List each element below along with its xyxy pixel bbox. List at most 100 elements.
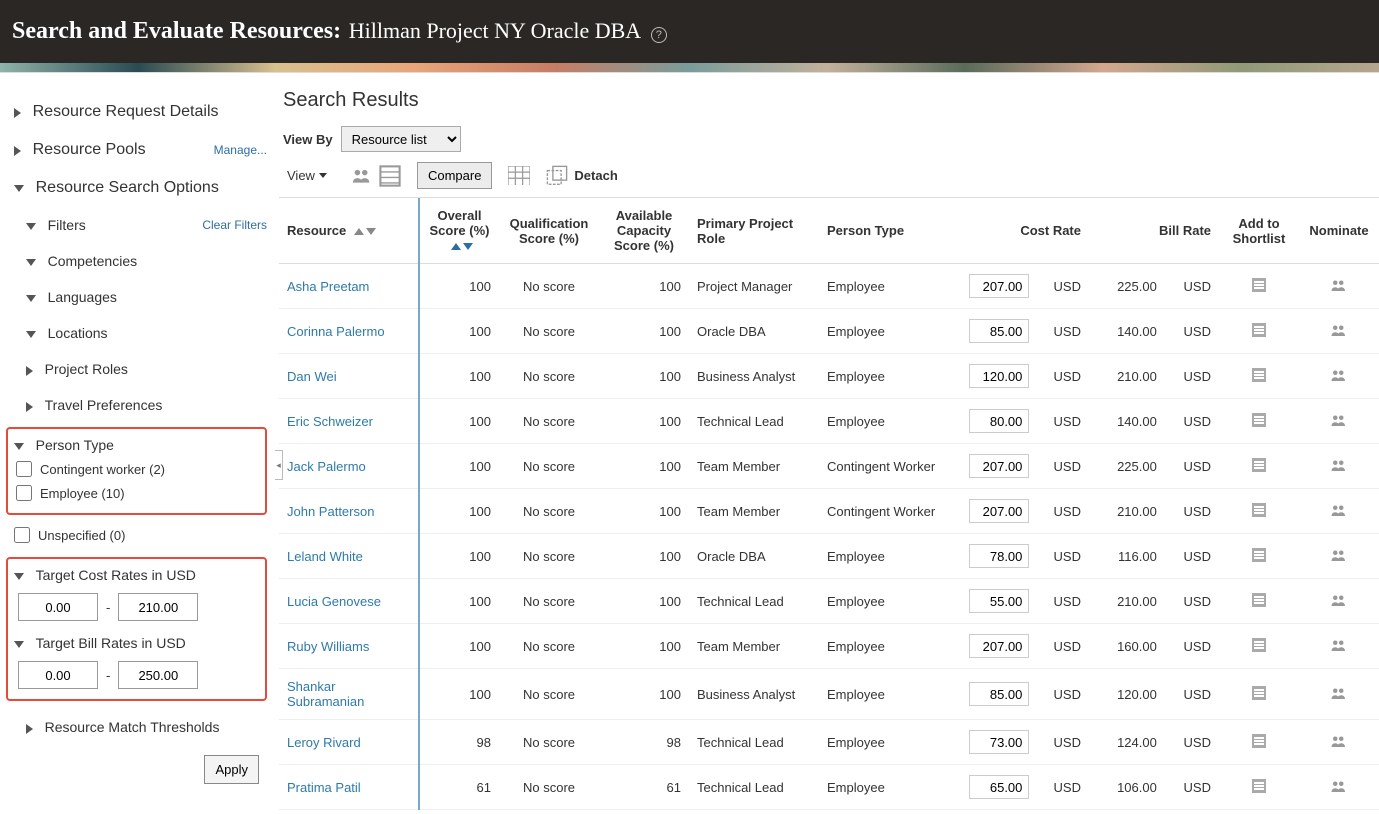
sort-arrows[interactable] bbox=[354, 228, 376, 235]
col-primary-role[interactable]: Primary Project Role bbox=[689, 198, 819, 264]
cost-rate-input[interactable] bbox=[969, 274, 1029, 298]
col-person-type[interactable]: Person Type bbox=[819, 198, 959, 264]
section-languages[interactable]: Languages bbox=[12, 279, 267, 315]
col-nominate[interactable]: Nominate bbox=[1299, 198, 1379, 264]
section-resource-pools[interactable]: Resource Pools Manage... bbox=[12, 131, 267, 169]
resource-link[interactable]: Jack Palermo bbox=[287, 459, 366, 474]
people-icon[interactable] bbox=[351, 167, 373, 185]
cost-max-input[interactable] bbox=[118, 593, 198, 621]
shortlist-icon[interactable] bbox=[1252, 638, 1266, 652]
cost-rate-input[interactable] bbox=[969, 499, 1029, 523]
resource-link[interactable]: Corinna Palermo bbox=[287, 324, 385, 339]
shortlist-icon[interactable] bbox=[1252, 368, 1266, 382]
cell-qualification-score: No score bbox=[499, 264, 599, 309]
nominate-icon[interactable] bbox=[1330, 736, 1348, 751]
cost-rate-input[interactable] bbox=[969, 589, 1029, 613]
resource-link[interactable]: Pratima Patil bbox=[287, 780, 361, 795]
nominate-icon[interactable] bbox=[1330, 280, 1348, 295]
section-filters[interactable]: Filters Clear Filters bbox=[12, 207, 267, 243]
view-by-select[interactable]: Resource list bbox=[341, 126, 461, 152]
section-resource-match-thresholds[interactable]: Resource Match Thresholds bbox=[12, 709, 267, 745]
nominate-icon[interactable] bbox=[1330, 781, 1348, 796]
cost-rate-input[interactable] bbox=[969, 730, 1029, 754]
col-bill-rate[interactable]: Bill Rate bbox=[1089, 198, 1219, 264]
section-project-roles[interactable]: Project Roles bbox=[12, 351, 267, 387]
cost-rate-input[interactable] bbox=[969, 775, 1029, 799]
shortlist-icon[interactable] bbox=[1252, 458, 1266, 472]
nominate-icon[interactable] bbox=[1330, 550, 1348, 565]
nominate-icon[interactable] bbox=[1330, 415, 1348, 430]
cost-min-input[interactable] bbox=[18, 593, 98, 621]
cost-rate-input[interactable] bbox=[969, 682, 1029, 706]
resource-link[interactable]: Shankar Subramanian bbox=[287, 679, 364, 709]
resource-link[interactable]: Leroy Rivard bbox=[287, 735, 361, 750]
shortlist-icon[interactable] bbox=[1252, 686, 1266, 700]
help-icon[interactable]: ? bbox=[651, 27, 667, 43]
view-menu[interactable]: View bbox=[287, 168, 335, 183]
detach-icon[interactable] bbox=[546, 167, 568, 185]
col-shortlist[interactable]: Add to Shortlist bbox=[1219, 198, 1299, 264]
shortlist-icon[interactable] bbox=[1252, 548, 1266, 562]
checkbox-input[interactable] bbox=[16, 461, 32, 477]
resource-link[interactable]: Eric Schweizer bbox=[287, 414, 373, 429]
nominate-icon[interactable] bbox=[1330, 640, 1348, 655]
nominate-icon[interactable] bbox=[1330, 688, 1348, 703]
col-overall-score[interactable]: Overall Score (%) bbox=[419, 198, 499, 264]
shortlist-icon[interactable] bbox=[1252, 503, 1266, 517]
manage-link[interactable]: Manage... bbox=[214, 143, 267, 157]
resource-link[interactable]: John Patterson bbox=[287, 504, 374, 519]
section-target-bill-rates[interactable]: Target Bill Rates in USD bbox=[14, 623, 259, 655]
shortlist-icon[interactable] bbox=[1252, 734, 1266, 748]
section-competencies[interactable]: Competencies bbox=[12, 243, 267, 279]
nominate-icon[interactable] bbox=[1330, 325, 1348, 340]
sidebar-collapse-handle[interactable]: ◂ bbox=[275, 450, 283, 480]
col-cost-rate[interactable]: Cost Rate bbox=[959, 198, 1089, 264]
clear-filters-link[interactable]: Clear Filters bbox=[202, 218, 267, 232]
sort-arrows[interactable] bbox=[451, 243, 473, 250]
resource-link[interactable]: Ruby Williams bbox=[287, 639, 369, 654]
nominate-icon[interactable] bbox=[1330, 460, 1348, 475]
resource-link[interactable]: Dan Wei bbox=[287, 369, 337, 384]
cell-primary-role: Team Member bbox=[689, 624, 819, 669]
page-header: Search and Evaluate Resources: Hillman P… bbox=[0, 0, 1379, 63]
cost-rate-input[interactable] bbox=[969, 634, 1029, 658]
detach-label[interactable]: Detach bbox=[574, 168, 617, 183]
nominate-icon[interactable] bbox=[1330, 595, 1348, 610]
col-qualification-score[interactable]: Qualification Score (%) bbox=[499, 198, 599, 264]
shortlist-icon[interactable] bbox=[1252, 323, 1266, 337]
cost-rate-input[interactable] bbox=[969, 454, 1029, 478]
apply-button[interactable]: Apply bbox=[204, 755, 259, 784]
col-resource[interactable]: Resource bbox=[279, 198, 419, 264]
checkbox-input[interactable] bbox=[14, 527, 30, 543]
section-label: Languages bbox=[48, 289, 117, 305]
col-capacity-score[interactable]: Available Capacity Score (%) bbox=[599, 198, 689, 264]
bill-min-input[interactable] bbox=[18, 661, 98, 689]
bill-max-input[interactable] bbox=[118, 661, 198, 689]
cost-rate-input[interactable] bbox=[969, 364, 1029, 388]
shortlist-icon[interactable] bbox=[1252, 278, 1266, 292]
checkbox-input[interactable] bbox=[16, 485, 32, 501]
section-target-cost-rates[interactable]: Target Cost Rates in USD bbox=[14, 563, 259, 587]
checkbox-unspecified[interactable]: Unspecified (0) bbox=[12, 523, 267, 547]
nominate-icon[interactable] bbox=[1330, 370, 1348, 385]
resource-link[interactable]: Lucia Genovese bbox=[287, 594, 381, 609]
nominate-icon[interactable] bbox=[1330, 505, 1348, 520]
section-person-type[interactable]: Person Type bbox=[14, 433, 259, 457]
checkbox-contingent-worker[interactable]: Contingent worker (2) bbox=[14, 457, 259, 481]
cost-rate-input[interactable] bbox=[969, 409, 1029, 433]
section-travel-preferences[interactable]: Travel Preferences bbox=[12, 387, 267, 423]
section-locations[interactable]: Locations bbox=[12, 315, 267, 351]
shortlist-icon[interactable] bbox=[1252, 413, 1266, 427]
compare-button[interactable]: Compare bbox=[417, 162, 492, 189]
shortlist-icon[interactable] bbox=[1252, 779, 1266, 793]
list-icon[interactable] bbox=[379, 167, 401, 185]
section-resource-request-details[interactable]: Resource Request Details bbox=[12, 93, 267, 131]
cost-rate-input[interactable] bbox=[969, 544, 1029, 568]
cost-rate-input[interactable] bbox=[969, 319, 1029, 343]
section-resource-search-options[interactable]: Resource Search Options bbox=[12, 169, 267, 207]
resource-link[interactable]: Leland White bbox=[287, 549, 363, 564]
checkbox-employee[interactable]: Employee (10) bbox=[14, 481, 259, 505]
resource-link[interactable]: Asha Preetam bbox=[287, 279, 369, 294]
shortlist-icon[interactable] bbox=[1252, 593, 1266, 607]
freeze-icon[interactable] bbox=[508, 167, 530, 185]
